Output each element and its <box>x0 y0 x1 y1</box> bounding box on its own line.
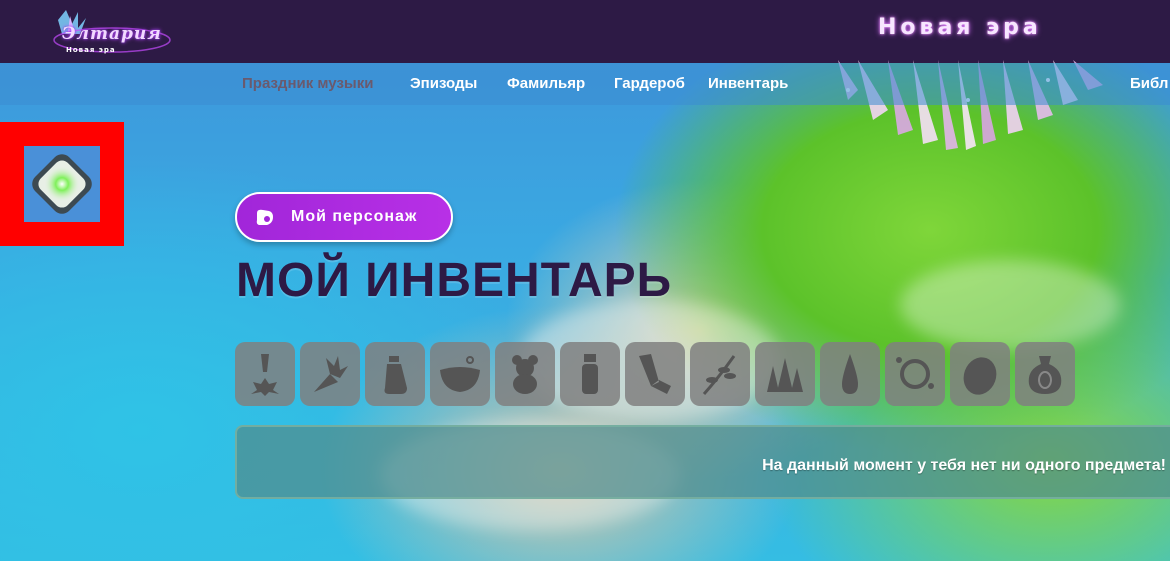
bowl-icon <box>440 356 480 392</box>
nav-item-inventory[interactable]: Инвентарь <box>708 75 788 92</box>
category-potions[interactable] <box>365 342 425 406</box>
nav-item-library[interactable]: Библ <box>1130 75 1168 92</box>
category-eggs[interactable] <box>950 342 1010 406</box>
logo-subtitle: Новая эра <box>66 46 116 54</box>
category-plants[interactable] <box>300 342 360 406</box>
category-herbs[interactable] <box>690 342 750 406</box>
nav-item-episodes[interactable]: Эпизоды <box>410 75 477 92</box>
page-title: МОЙ ИНВЕНТАРЬ <box>236 254 673 307</box>
egg-icon <box>963 357 997 395</box>
herb-branch-icon <box>702 355 736 395</box>
category-crystals[interactable] <box>755 342 815 406</box>
drop-icon <box>842 354 858 394</box>
category-liquids[interactable] <box>820 342 880 406</box>
top-header: Элтария Новая эра Новая эра <box>0 0 1170 63</box>
category-quest-items[interactable] <box>235 342 295 406</box>
vial-icon <box>582 354 598 394</box>
category-tools[interactable] <box>625 342 685 406</box>
bag-icon <box>1028 356 1062 394</box>
ring-icon <box>896 357 934 389</box>
empty-inventory-message: На данный момент у тебя нет ни одного пр… <box>762 457 1166 474</box>
nav-item-music-festival[interactable]: Праздник музыки <box>242 75 373 92</box>
nav-item-familiar[interactable]: Фамильяр <box>507 75 585 92</box>
tool-icon <box>639 354 671 394</box>
my-character-button[interactable]: Мой персонаж <box>235 192 453 242</box>
logo-title[interactable]: Элтария <box>62 24 162 44</box>
era-title: Новая эра <box>878 15 1042 40</box>
plant-icon <box>314 356 348 392</box>
diamond-marker[interactable] <box>24 146 100 222</box>
category-bags[interactable] <box>1015 342 1075 406</box>
highlight-box <box>0 122 124 246</box>
nav-item-wardrobe[interactable]: Гардероб <box>614 75 685 92</box>
crystal-cluster-icon <box>767 358 803 392</box>
my-character-label: Мой персонаж <box>291 208 418 225</box>
green-diamond-icon <box>32 154 92 214</box>
potion-bottle-icon <box>384 356 407 394</box>
character-icon <box>256 209 273 225</box>
category-bowls[interactable] <box>430 342 490 406</box>
quest-item-icon <box>251 354 279 396</box>
inventory-panel: На данный момент у тебя нет ни одного пр… <box>235 425 1170 499</box>
category-toys[interactable] <box>495 342 555 406</box>
category-rings[interactable] <box>885 342 945 406</box>
main-nav: Праздник музыки Эпизоды Фамильяр Гардеро… <box>0 63 1170 105</box>
teddy-bear-icon <box>512 355 538 394</box>
category-vials[interactable] <box>560 342 620 406</box>
category-tiles <box>235 342 1080 406</box>
